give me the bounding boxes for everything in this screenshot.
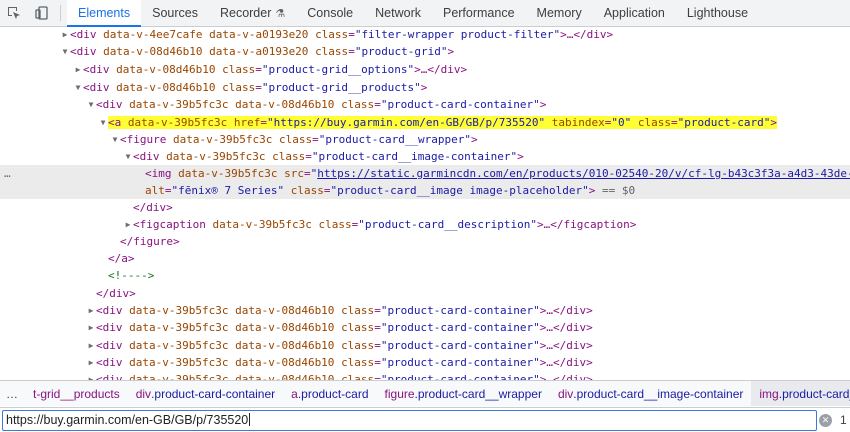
console-reference: == $0 [602,184,636,197]
dom-node-image-container[interactable]: ▼ <div data-v-39b5fc3c class="product-car… [0,148,850,165]
dom-node-product-card-container[interactable]: ▶ <div data-v-39b5fc3c data-v-08d46b10 cl… [0,302,850,319]
tab-label: Console [307,6,354,20]
expand-triangle-icon[interactable]: ▶ [86,371,96,380]
tab-console[interactable]: Console [296,0,364,26]
tab-memory[interactable]: Memory [526,0,593,26]
text-caret [249,413,251,426]
dom-node-product-grid-products[interactable]: ▼ <div data-v-08d46b10 class="product-gri… [0,79,850,96]
expand-triangle-icon[interactable]: ▶ [86,302,96,319]
tab-label: Lighthouse [686,6,749,20]
collapse-triangle-icon[interactable]: ▼ [86,96,96,113]
dom-node-product-card-container[interactable]: ▶ <div data-v-39b5fc3c data-v-08d46b10 cl… [0,371,850,380]
expand-triangle-icon[interactable]: ▶ [86,319,96,336]
dom-node-product-card-container[interactable]: ▼ <div data-v-39b5fc3c data-v-08d46b10 cl… [0,96,850,113]
elements-dom-tree[interactable]: ▶ <div data-v-4ee7cafe data-v-a0193e20 cl… [0,27,850,380]
tab-sources[interactable]: Sources [141,0,209,26]
dom-node-product-card-container[interactable]: ▶ <div data-v-39b5fc3c data-v-08d46b10 cl… [0,337,850,354]
search-match-highlight: <a data-v-39b5fc3c href="https://buy.gar… [108,116,777,129]
collapse-triangle-icon[interactable]: ▼ [110,131,120,148]
toolbar-divider [60,5,61,21]
dom-node-closing-figure[interactable]: </figure> [0,233,850,250]
breadcrumb-item[interactable]: a .product-card [283,381,376,406]
tab-label: Elements [78,6,131,20]
more-options-icon[interactable]: … [4,165,12,182]
expand-triangle-icon[interactable]: ▶ [60,27,70,43]
tab-label: Recorder [219,6,272,20]
breadcrumb-item[interactable]: t-grid__products [25,381,128,406]
clear-search-icon[interactable]: ✕ [819,414,832,427]
tab-application[interactable]: Application [593,0,676,26]
breadcrumb-item-selected[interactable]: img.product-card__i [751,381,850,406]
breadcrumb-item[interactable]: figure .product-card__wrapper [377,381,550,406]
dom-node-figcaption[interactable]: ▶ <figcaption data-v-39b5fc3c class="prod… [0,216,850,233]
tab-network[interactable]: Network [364,0,432,26]
dom-node-product-grid-options[interactable]: ▶ <div data-v-08d46b10 class="product-gri… [0,61,850,78]
dom-node-comment[interactable]: <!----> [0,267,850,284]
tab-label: Application [603,6,665,20]
dom-node-product-grid[interactable]: ▼ <div data-v-08d46b10 data-v-a0193e20 cl… [0,43,850,60]
img-src-link[interactable]: https://static.garmincdn.com/en/products… [317,167,850,180]
dom-node-selected-img[interactable]: … <img data-v-39b5fc3c src="https://stat… [0,165,850,199]
collapse-triangle-icon[interactable]: ▼ [73,79,83,96]
devtools-tab-bar: Elements Sources Recorder ⚗ Console Netwo… [0,0,850,27]
dom-node-closing-div[interactable]: </div> [0,199,850,216]
collapse-triangle-icon[interactable]: ▼ [123,148,133,165]
breadcrumb-overflow[interactable]: … [0,387,25,401]
search-input[interactable]: https://buy.garmin.com/en-GB/GB/p/735520 [2,410,817,431]
tab-performance[interactable]: Performance [432,0,526,26]
expand-triangle-icon[interactable]: ▶ [73,61,83,78]
tab-lighthouse[interactable]: Lighthouse [676,0,759,26]
inspect-element-icon[interactable] [0,0,28,26]
flask-icon: ⚗ [275,7,286,20]
tab-elements[interactable]: Elements [67,0,142,27]
expand-triangle-icon[interactable]: ▶ [123,216,133,233]
tab-label: Performance [442,6,515,20]
breadcrumb-item[interactable]: div .product-card-container [128,381,283,406]
expand-triangle-icon[interactable]: ▶ [86,354,96,371]
dom-node-closing-a[interactable]: </a> [0,250,850,267]
tab-label: Memory [536,6,582,20]
dom-breadcrumb: … t-grid__products div .product-card-cont… [0,380,850,406]
device-toolbar-icon[interactable] [28,0,56,26]
dom-node-product-card-link[interactable]: ▼ <a data-v-39b5fc3c href="https://buy.ga… [0,114,850,131]
tab-label: Network [375,6,421,20]
collapse-triangle-icon[interactable]: ▼ [98,114,108,131]
dom-node-closing-container[interactable]: </div> [0,285,850,302]
dom-node-product-card-container[interactable]: ▶ <div data-v-39b5fc3c data-v-08d46b10 cl… [0,319,850,336]
tab-recorder[interactable]: Recorder ⚗ [209,0,296,26]
find-bar: https://buy.garmin.com/en-GB/GB/p/735520… [0,407,850,432]
breadcrumb-item[interactable]: div .product-card__image-container [550,381,751,406]
tab-label: Sources [152,6,198,20]
collapse-triangle-icon[interactable]: ▼ [60,43,70,60]
match-count: 1 [840,413,847,427]
dom-node-product-card-wrapper[interactable]: ▼ <figure data-v-39b5fc3c class="product-… [0,131,850,148]
expand-triangle-icon[interactable]: ▶ [86,337,96,354]
dom-node-product-card-container[interactable]: ▶ <div data-v-39b5fc3c data-v-08d46b10 cl… [0,354,850,371]
dom-node-filter-wrapper[interactable]: ▶ <div data-v-4ee7cafe data-v-a0193e20 cl… [0,27,850,43]
